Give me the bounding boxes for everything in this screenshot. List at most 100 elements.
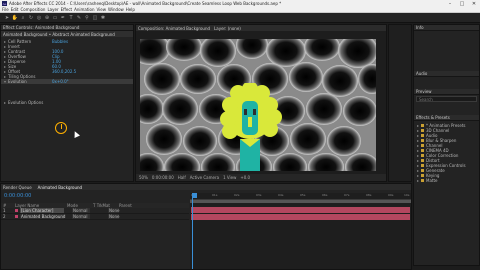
layer-track-bar[interactable] (191, 214, 410, 220)
lion-nose (248, 117, 252, 127)
type-tool-icon[interactable]: T (68, 15, 74, 21)
folder-icon (421, 139, 425, 142)
stamp-tool-icon[interactable]: ⚲ (84, 15, 90, 21)
viewer-timecode[interactable]: 0:00:00:00 (152, 175, 174, 180)
aux-panel (388, 24, 412, 182)
layer-row[interactable]: 2 Animated Background Normal None (1, 214, 189, 220)
hand-tool-icon[interactable]: ✋ (12, 15, 18, 21)
ruler-label: 10s (404, 193, 410, 197)
folder-icon (421, 174, 425, 177)
lion-left-eye (244, 109, 247, 115)
zoom-level[interactable]: 50% (139, 175, 148, 180)
ruler-label: 02s (234, 193, 240, 197)
ruler-label: 03s (256, 193, 262, 197)
ruler-label: 01s (212, 193, 218, 197)
mouse-cursor-icon (72, 130, 80, 138)
preview-panel-body (414, 103, 479, 115)
menu-help[interactable]: Help (126, 7, 135, 12)
menu-window[interactable]: Window (108, 7, 124, 12)
maximize-icon[interactable]: □ (456, 0, 468, 7)
effect-controls-subheader: Animated Background • Abstract Animated … (1, 31, 133, 37)
folder-icon (421, 149, 425, 152)
tab-composition[interactable]: Composition: Animated Background (138, 26, 210, 31)
folder-icon (421, 154, 425, 157)
lion-character (220, 83, 282, 171)
layer-label-color[interactable] (15, 215, 18, 218)
expand-icon[interactable]: ▾ (4, 79, 6, 84)
menu-composition[interactable]: Composition (20, 7, 45, 12)
ruler-label: 06s (322, 193, 328, 197)
viewer-tabs: Composition: Animated Background Layer: … (136, 25, 386, 31)
tab-composition-timeline[interactable]: Animated Background (38, 185, 82, 190)
ruler-label: 04s (278, 193, 284, 197)
tab-render-queue[interactable]: Render Queue (3, 185, 32, 190)
viewer-bottom-bar: 50% 0:00:00:00 Half Active Camera 1 View… (136, 174, 386, 181)
lion-right-eye (253, 109, 256, 115)
timeline-track-area[interactable]: 0s 01s 02s 03s 04s 05s 06s 07s 08s 09s 1… (190, 193, 411, 269)
after-effects-app-icon: Ae (2, 1, 7, 6)
preview-panel-header[interactable]: Preview (414, 89, 479, 95)
folder-icon (421, 144, 425, 147)
menu-view[interactable]: View (97, 7, 107, 12)
time-ruler[interactable]: 0s 01s 02s 03s 04s 05s 06s 07s 08s 09s 1… (190, 193, 411, 200)
audio-panel-body (414, 77, 479, 89)
effects-search-input[interactable]: Search (416, 96, 477, 102)
window-controls: – □ ✕ (444, 0, 480, 7)
puppet-tool-icon[interactable]: ✱ (100, 15, 106, 21)
work-area-bar[interactable] (190, 200, 411, 203)
effect-row-evolution-options[interactable]: ▸ Evolution Options (1, 100, 133, 105)
expand-icon[interactable]: ▸ (417, 178, 419, 183)
timeline-current-time[interactable]: 0:00:00:00 (4, 193, 31, 199)
close-icon[interactable]: ✕ (468, 0, 480, 7)
playhead-handle[interactable] (192, 193, 197, 198)
effects-category-list: ▸ * Animation Presets ▸ 3D Channel ▸ Audio … (414, 123, 479, 183)
ruler-label: 05s (300, 193, 306, 197)
folder-icon (421, 129, 425, 132)
effect-controls-panel: Effect Controls: Animated Background Ani… (0, 24, 134, 182)
info-panel-body (414, 31, 479, 71)
menu-layer[interactable]: Layer (47, 7, 58, 12)
pan-behind-tool-icon[interactable]: ⊕ (44, 15, 50, 21)
layer-list: # Layer Name Mode T TrkMat Parent 1 [Lio… (1, 203, 189, 220)
effect-row-evolution[interactable]: ▾ Evolution 0x+0.0° (1, 79, 133, 84)
selection-tool-icon[interactable]: ➤ (4, 15, 10, 21)
title-bar: Ae Adobe After Effects CC 2014 - C:\User… (0, 0, 480, 7)
ruler-label: 09s (388, 193, 394, 197)
view-layout-select[interactable]: 1 View (223, 175, 236, 180)
composition-canvas[interactable] (140, 39, 376, 171)
eraser-tool-icon[interactable]: ◫ (92, 15, 98, 21)
rotate-tool-icon[interactable]: ↻ (28, 15, 34, 21)
expand-icon[interactable]: ▸ (4, 100, 6, 105)
exposure-value[interactable]: +0.0 (240, 175, 250, 180)
layer-label-color[interactable] (15, 209, 18, 212)
folder-icon (421, 179, 425, 182)
mask-tool-icon[interactable]: ▭ (52, 15, 58, 21)
menu-file[interactable]: File (2, 7, 9, 12)
pen-tool-icon[interactable]: ✒ (60, 15, 66, 21)
effects-presets-header[interactable]: Effects & Presets (414, 115, 479, 121)
camera-tool-icon[interactable]: ◎ (36, 15, 42, 21)
tab-layer[interactable]: Layer: (none) (214, 26, 241, 31)
folder-icon (421, 169, 425, 172)
layer-track-bar[interactable] (191, 207, 410, 213)
camera-select[interactable]: Active Camera (190, 175, 219, 180)
zoom-tool-icon[interactable]: ⌕ (20, 15, 26, 21)
menu-animation[interactable]: Animation (74, 7, 94, 12)
right-panels: Info Audio Preview Search Effects & Pres… (413, 24, 480, 266)
folder-icon (421, 159, 425, 162)
column-parent: Parent (119, 203, 132, 208)
playhead[interactable] (192, 193, 197, 269)
menu-edit[interactable]: Edit (11, 7, 19, 12)
brush-tool-icon[interactable]: ✎ (76, 15, 82, 21)
folder-icon (421, 164, 425, 167)
folder-icon (421, 124, 425, 127)
resolution-select[interactable]: Half (178, 175, 186, 180)
minimize-icon[interactable]: – (444, 0, 456, 7)
folder-icon (421, 134, 425, 137)
evolution-angle-dial[interactable] (55, 122, 67, 134)
window-title: Adobe After Effects CC 2014 - C:\Users\r… (9, 1, 282, 6)
composition-viewer-panel: Composition: Animated Background Layer: … (135, 24, 387, 182)
effects-category[interactable]: ▸ Matte (414, 178, 479, 183)
menu-effect[interactable]: Effect (61, 7, 73, 12)
timeline-panel: Render Queue Animated Background 0:00:00… (0, 183, 412, 270)
